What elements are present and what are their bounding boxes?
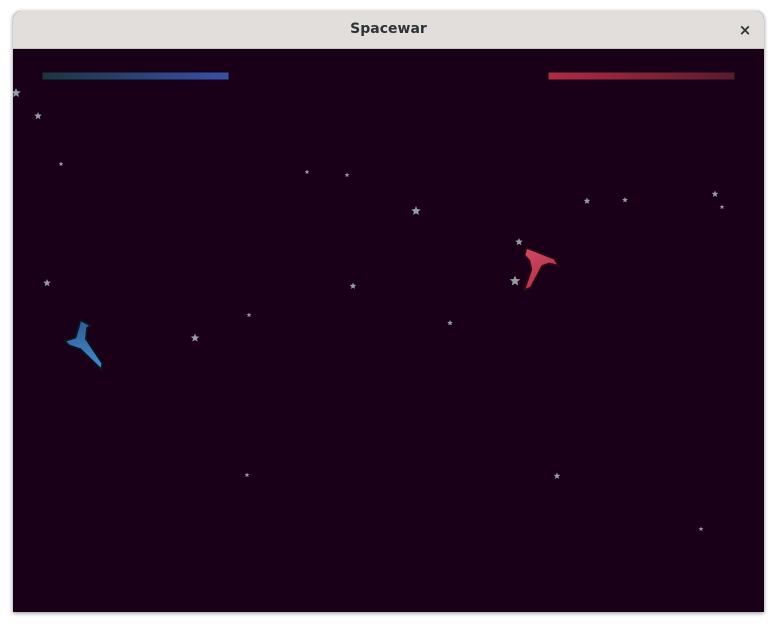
star bbox=[719, 204, 725, 210]
star bbox=[349, 282, 357, 289]
star bbox=[304, 169, 310, 175]
blue-ship bbox=[63, 318, 104, 371]
close-button[interactable]: × bbox=[733, 18, 757, 42]
starfield bbox=[13, 88, 725, 532]
star bbox=[13, 88, 21, 98]
star bbox=[246, 312, 252, 318]
star bbox=[447, 320, 453, 326]
star bbox=[698, 526, 704, 532]
game-arena[interactable] bbox=[13, 49, 764, 612]
star bbox=[411, 206, 421, 216]
star bbox=[344, 172, 350, 178]
star bbox=[58, 161, 64, 167]
star bbox=[583, 197, 591, 204]
star bbox=[622, 197, 628, 203]
star bbox=[43, 279, 51, 287]
star bbox=[553, 472, 561, 479]
star bbox=[244, 472, 250, 478]
game-window: Spacewar × bbox=[13, 11, 764, 612]
player2-health-bar bbox=[547, 71, 736, 81]
window-title: Spacewar bbox=[350, 21, 427, 37]
game-canvas bbox=[13, 71, 736, 532]
star bbox=[515, 238, 523, 246]
star bbox=[34, 112, 42, 120]
star bbox=[711, 190, 719, 197]
star bbox=[509, 275, 521, 286]
star bbox=[190, 333, 200, 342]
title-bar: Spacewar × bbox=[13, 11, 764, 49]
red-ship bbox=[522, 246, 560, 292]
player1-health-bar bbox=[41, 71, 230, 81]
